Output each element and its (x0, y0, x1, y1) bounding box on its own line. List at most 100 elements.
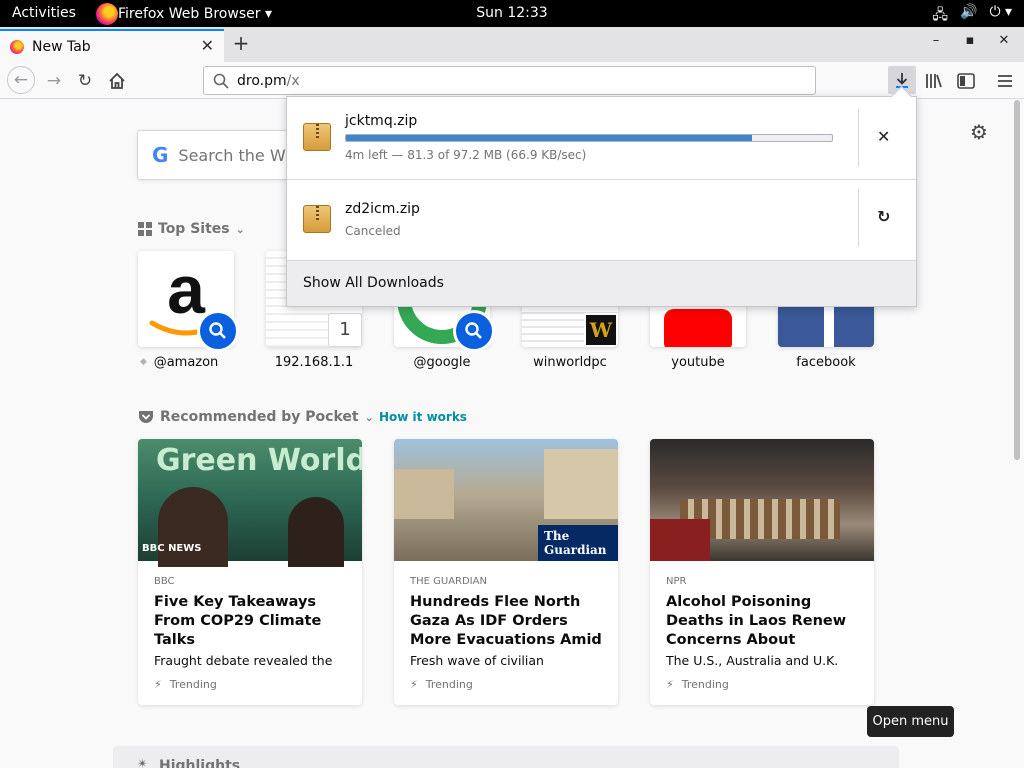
reload-button[interactable]: ↻ (72, 68, 98, 94)
story-excerpt: Fraught debate revealed the (154, 653, 333, 668)
network-icon: 🖧 (932, 7, 948, 23)
building-silhouette (544, 449, 618, 519)
search-shortcut-badge-icon (453, 310, 495, 352)
story-source: THE GUARDIAN (410, 576, 487, 587)
story-title: Five Key Takeaways From COP29 Climate Ta… (154, 594, 322, 648)
maximize-button[interactable]: ▪ (960, 33, 980, 48)
story-source: BBC (154, 576, 175, 587)
zip-file-icon (303, 123, 331, 151)
guardian-logo-text: The Guardian (544, 529, 607, 557)
url-host: dro.pm (237, 72, 287, 89)
lightning-icon: ⚡ (154, 678, 162, 691)
cooler-detail (650, 519, 710, 561)
firefox-logo-icon (96, 2, 118, 25)
story-title: Hundreds Flee North Gaza As IDF Orders M… (410, 594, 602, 648)
story-excerpt: Fresh wave of civilian (410, 653, 544, 668)
home-icon (109, 72, 125, 89)
url-path: /x (286, 72, 300, 89)
tile-badge: 1 (328, 313, 362, 347)
firefox-favicon-icon (10, 39, 24, 54)
story-source: NPR (666, 576, 687, 587)
tab-new-tab[interactable]: New Tab ✕ (0, 29, 224, 62)
download-status: Canceled (345, 224, 401, 238)
open-menu-button[interactable] (992, 68, 1018, 94)
youtube-logo-icon (664, 309, 732, 347)
top-site-label: 192.168.1.1 (274, 355, 354, 370)
lightning-icon: ⚡ (666, 678, 674, 691)
trending-label: ⚡ Trending (410, 678, 473, 691)
hamburger-menu-icon (998, 75, 1012, 87)
story-image: Green World BBC NEWS (138, 439, 362, 567)
pocket-card[interactable]: NPR Alcohol Poisoning Deaths in Laos Ren… (650, 439, 874, 705)
image-banner-text: Green World (156, 443, 362, 478)
tile-badge-text: 1 (339, 319, 351, 340)
trending-text: Trending (681, 678, 729, 691)
retry-download-button[interactable]: ↻ (877, 207, 890, 226)
chevron-down-icon: ⌄ (364, 410, 374, 424)
lightning-icon: ⚡ (410, 678, 418, 691)
facebook-logo-icon (824, 301, 834, 347)
divider (858, 109, 859, 167)
downloads-panel: jcktmq.zip 4m left — 81.3 of 97.2 MB (66… (286, 96, 917, 307)
search-shortcut-badge-icon (197, 310, 239, 352)
pocket-header[interactable]: Recommended by Pocket ⌄ (138, 409, 374, 425)
close-tab-icon[interactable]: ✕ (201, 36, 214, 55)
open-menu-tooltip: Open menu (867, 706, 954, 737)
highlights-section[interactable]: ✴ Highlights (113, 746, 899, 768)
top-sites-title: Top Sites (158, 221, 230, 237)
navigation-toolbar: ← → ↻ dro.pm/x (0, 62, 1024, 99)
google-logo-icon: G (152, 143, 169, 167)
zip-file-icon (303, 205, 331, 233)
download-item[interactable]: zd2icm.zip Canceled ↻ (287, 179, 916, 261)
search-placeholder: Search the W (178, 145, 286, 165)
story-title: Alcohol Poisoning Deaths in Laos Renew C… (666, 594, 847, 648)
home-button[interactable] (104, 68, 130, 94)
bbc-news-logo: BBC NEWS (142, 543, 202, 554)
arrow-left-icon: ← (13, 70, 29, 90)
pocket-icon (139, 410, 153, 423)
tab-title: New Tab (32, 38, 91, 55)
minimize-button[interactable]: – (926, 33, 946, 48)
download-status: 4m left — 81.3 of 97.2 MB (66.9 KB/sec) (345, 148, 587, 162)
activities-button[interactable]: Activities (12, 5, 76, 21)
gnome-top-bar: Activities Firefox Web Browser ▾ Sun 12:… (0, 0, 1024, 27)
search-icon (213, 73, 229, 89)
pocket-title: Recommended by Pocket (160, 409, 359, 425)
show-all-downloads-label: Show All Downloads (303, 275, 444, 291)
tab-strip: New Tab ✕ + – ▪ ✕ (0, 27, 1024, 62)
download-filename: jcktmq.zip (345, 113, 418, 129)
pocket-card[interactable]: The Guardian THE GUARDIAN Hundreds Flee … (394, 439, 618, 705)
trending-text: Trending (169, 678, 217, 691)
top-site-label: @google (413, 355, 471, 370)
how-it-works-link[interactable]: How it works (379, 410, 467, 424)
cancel-download-button[interactable]: ✕ (877, 127, 890, 146)
highlights-icon: ✴ (137, 757, 148, 768)
trending-text: Trending (425, 678, 473, 691)
close-window-button[interactable]: ✕ (994, 33, 1014, 48)
sidebars-button[interactable] (953, 68, 979, 94)
download-item[interactable]: jcktmq.zip 4m left — 81.3 of 97.2 MB (66… (287, 97, 916, 179)
winworld-logo-icon: W (584, 313, 618, 347)
reload-icon: ↻ (77, 71, 93, 91)
system-tray[interactable]: 🖧 🔊 ⏻ ▾ (932, 4, 1012, 28)
building-silhouette (394, 469, 454, 519)
back-button[interactable]: ← (7, 66, 35, 94)
volume-icon: 🔊 (960, 4, 978, 20)
url-bar[interactable]: dro.pm/x (203, 66, 816, 95)
top-site-label: @amazon (153, 355, 219, 370)
pocket-card[interactable]: Green World BBC NEWS BBC Five Key Takeaw… (138, 439, 362, 705)
library-button[interactable] (921, 68, 947, 94)
top-site-label: youtube (671, 355, 725, 370)
gear-icon[interactable]: ⚙ (970, 120, 988, 144)
highlights-title: Highlights (159, 758, 241, 768)
download-progress-bar (345, 134, 833, 142)
guardian-logo: The Guardian (538, 525, 618, 561)
svg-text:a: a (167, 252, 206, 328)
show-all-downloads-button[interactable]: Show All Downloads (287, 260, 916, 306)
page-scrollbar[interactable] (1014, 100, 1020, 460)
forward-button[interactable]: → (41, 68, 67, 94)
new-tab-button[interactable]: + (228, 30, 254, 56)
library-icon (926, 74, 942, 88)
app-menu[interactable]: Firefox Web Browser ▾ (96, 0, 272, 27)
top-sites-header[interactable]: Top Sites ⌄ (138, 221, 245, 237)
